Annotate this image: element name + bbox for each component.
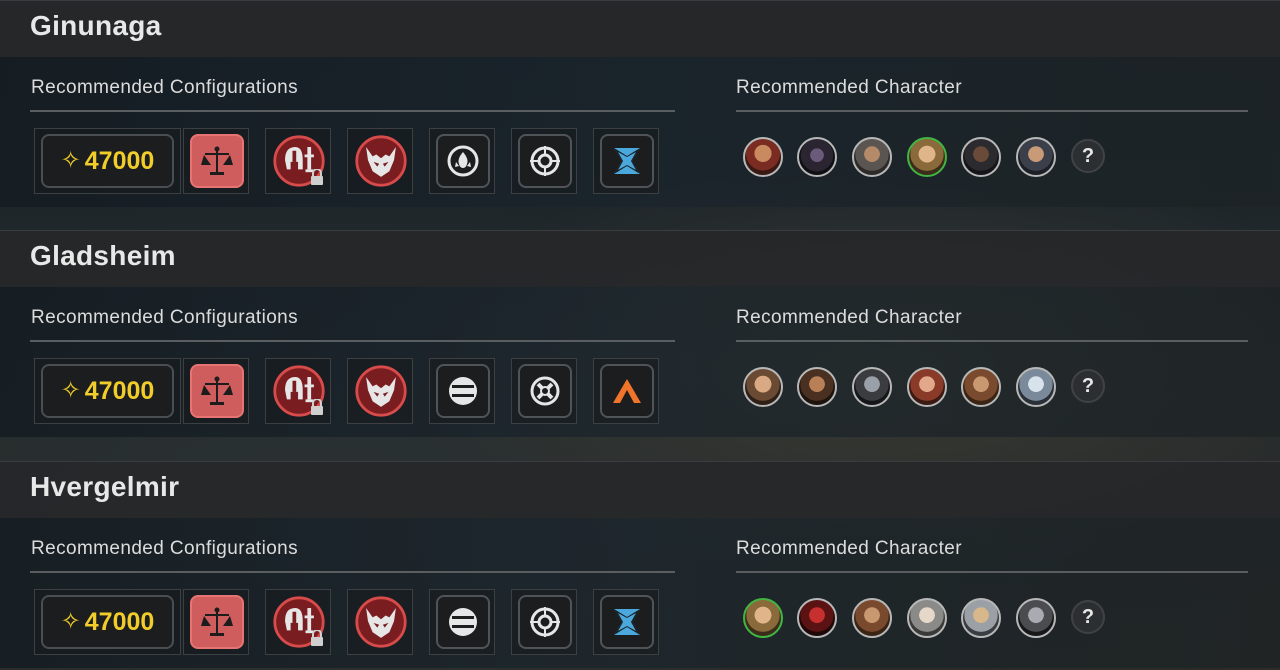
lock-icon bbox=[311, 169, 323, 185]
config-slot-split-circle[interactable] bbox=[429, 358, 495, 424]
config-slot-x-circle[interactable] bbox=[511, 358, 577, 424]
character-avatar[interactable] bbox=[907, 367, 947, 407]
cost-display: ✧ 47000 bbox=[41, 595, 174, 649]
helmet-syringe-locked-icon bbox=[272, 134, 326, 188]
character-avatar[interactable] bbox=[1016, 598, 1056, 638]
section-header: Ginunaga bbox=[0, 0, 1280, 57]
configurations-label: Recommended Configurations bbox=[31, 77, 299, 98]
balance-scale-icon bbox=[190, 364, 244, 418]
map-section-hvergelmir: Hvergelmir Recommended Configurations Re… bbox=[0, 461, 1280, 668]
character-label: Recommended Character bbox=[736, 77, 962, 98]
map-title: Hvergelmir bbox=[30, 471, 180, 502]
character-avatar[interactable] bbox=[743, 137, 783, 177]
config-slot-scale[interactable] bbox=[183, 589, 249, 655]
character-avatar[interactable] bbox=[797, 598, 837, 638]
balance-scale-icon bbox=[190, 134, 244, 188]
flame-drop-icon bbox=[436, 134, 490, 188]
character-avatar[interactable] bbox=[743, 367, 783, 407]
sparkle-icon: ✧ bbox=[60, 147, 81, 174]
unknown-character-icon[interactable]: ? bbox=[1071, 369, 1105, 403]
x-circle-icon bbox=[518, 364, 572, 418]
sparkle-icon: ✧ bbox=[60, 608, 81, 635]
cost-slot[interactable]: ✧ 47000 bbox=[34, 589, 181, 655]
split-circle-icon bbox=[436, 595, 490, 649]
character-label: Recommended Character bbox=[736, 538, 962, 559]
config-slot-split-circle[interactable] bbox=[429, 589, 495, 655]
character-avatar[interactable] bbox=[852, 367, 892, 407]
crosshair-icon bbox=[518, 134, 572, 188]
horned-mask-icon bbox=[354, 364, 408, 418]
character-avatar[interactable] bbox=[907, 137, 947, 177]
cost-display: ✧ 47000 bbox=[41, 364, 174, 418]
balance-scale-icon bbox=[190, 595, 244, 649]
crosshair-icon bbox=[518, 595, 572, 649]
section-body: Recommended Configurations Recommended C… bbox=[0, 518, 1280, 668]
config-slot-mask[interactable] bbox=[347, 589, 413, 655]
map-title: Gladsheim bbox=[30, 240, 176, 271]
config-slot-chevron[interactable] bbox=[593, 358, 659, 424]
character-label: Recommended Character bbox=[736, 307, 962, 328]
divider bbox=[736, 571, 1248, 573]
cost-slot[interactable]: ✧ 47000 bbox=[34, 128, 181, 194]
config-slot-helmet[interactable] bbox=[265, 589, 331, 655]
divider bbox=[30, 110, 675, 112]
character-avatar[interactable] bbox=[961, 367, 1001, 407]
config-slot-crosshair[interactable] bbox=[511, 128, 577, 194]
helmet-syringe-locked-icon bbox=[272, 364, 326, 418]
cost-value: 47000 bbox=[84, 376, 155, 405]
horned-mask-icon bbox=[354, 595, 408, 649]
cost-display: ✧ 47000 bbox=[41, 134, 174, 188]
config-slot-mask[interactable] bbox=[347, 358, 413, 424]
divider bbox=[30, 340, 675, 342]
config-slot-scale[interactable] bbox=[183, 128, 249, 194]
cost-value: 47000 bbox=[84, 607, 155, 636]
config-slot-shuriken[interactable] bbox=[593, 589, 659, 655]
unknown-character-icon[interactable]: ? bbox=[1071, 600, 1105, 634]
cost-value: 47000 bbox=[84, 146, 155, 175]
character-avatar[interactable] bbox=[961, 137, 1001, 177]
map-title: Ginunaga bbox=[30, 10, 162, 41]
divider bbox=[30, 571, 675, 573]
character-avatar[interactable] bbox=[961, 598, 1001, 638]
configurations-label: Recommended Configurations bbox=[31, 538, 299, 559]
map-section-gladsheim: Gladsheim Recommended Configurations Rec… bbox=[0, 230, 1280, 437]
character-avatar[interactable] bbox=[852, 137, 892, 177]
character-avatar[interactable] bbox=[797, 137, 837, 177]
section-body: Recommended Configurations Recommended C… bbox=[0, 287, 1280, 437]
lock-icon bbox=[311, 630, 323, 646]
section-header: Hvergelmir bbox=[0, 461, 1280, 518]
blue-shuriken-icon bbox=[600, 595, 654, 649]
config-slot-flame[interactable] bbox=[429, 128, 495, 194]
horned-mask-icon bbox=[354, 134, 408, 188]
split-circle-icon bbox=[436, 364, 490, 418]
character-avatar[interactable] bbox=[1016, 137, 1056, 177]
character-avatar[interactable] bbox=[797, 367, 837, 407]
character-avatar[interactable] bbox=[743, 598, 783, 638]
lock-icon bbox=[311, 399, 323, 415]
character-avatar[interactable] bbox=[907, 598, 947, 638]
cost-slot[interactable]: ✧ 47000 bbox=[34, 358, 181, 424]
unknown-character-icon[interactable]: ? bbox=[1071, 139, 1105, 173]
configurations-label: Recommended Configurations bbox=[31, 307, 299, 328]
blue-shuriken-icon bbox=[600, 134, 654, 188]
divider bbox=[736, 110, 1248, 112]
config-slot-mask[interactable] bbox=[347, 128, 413, 194]
orange-chevron-icon bbox=[600, 364, 654, 418]
section-header: Gladsheim bbox=[0, 230, 1280, 287]
helmet-syringe-locked-icon bbox=[272, 595, 326, 649]
character-avatar[interactable] bbox=[852, 598, 892, 638]
map-section-ginunaga: Ginunaga Recommended Configurations Reco… bbox=[0, 0, 1280, 207]
section-body: Recommended Configurations Recommended C… bbox=[0, 57, 1280, 207]
divider bbox=[736, 340, 1248, 342]
config-slot-helmet[interactable] bbox=[265, 358, 331, 424]
character-avatar[interactable] bbox=[1016, 367, 1056, 407]
config-slot-shuriken[interactable] bbox=[593, 128, 659, 194]
config-slot-crosshair[interactable] bbox=[511, 589, 577, 655]
config-slot-scale[interactable] bbox=[183, 358, 249, 424]
sparkle-icon: ✧ bbox=[60, 377, 81, 404]
config-slot-helmet[interactable] bbox=[265, 128, 331, 194]
